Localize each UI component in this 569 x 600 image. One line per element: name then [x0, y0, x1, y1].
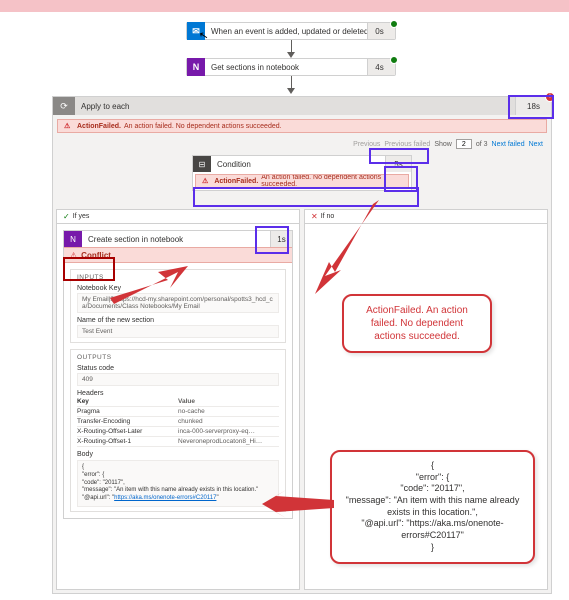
condition-icon: ⊟	[193, 156, 211, 172]
pager-of-text: of 3	[476, 141, 488, 148]
section-name-label: Name of the new section	[77, 317, 279, 324]
notebook-key-value: My Email|$|https://hcd-my.sharepoint.com…	[77, 293, 279, 313]
warning-icon: ⚠	[64, 122, 74, 130]
outputs-panel: OUTPUTS Status code 409 Headers Key Valu…	[70, 349, 286, 512]
timing-text: 1s	[277, 235, 285, 244]
branch-if-yes-header[interactable]: ✓ If yes	[57, 210, 299, 224]
condition-timing: 5s	[385, 156, 411, 172]
pager-show-input[interactable]	[456, 139, 472, 149]
get-sections-label: Get sections in notebook	[205, 63, 367, 72]
status-code-value: 409	[77, 373, 279, 386]
apply-to-each-timing: 18s !	[515, 97, 551, 115]
create-section-label: Create section in notebook	[82, 235, 270, 244]
error-badge: !	[545, 92, 555, 102]
table-row: Transfer-Encodingchunked	[77, 417, 279, 427]
trigger-label: When an event is added, updated or delet…	[205, 27, 367, 36]
pager-next[interactable]: Next	[529, 141, 543, 148]
headers-val-col: Value	[178, 398, 279, 405]
connector-arrow-icon	[287, 88, 295, 94]
trigger-card[interactable]: ✉︎ When an event is added, updated or de…	[186, 22, 396, 40]
error-text: An action failed. No dependent actions s…	[124, 123, 282, 130]
x-icon: ✕	[311, 212, 318, 221]
apply-to-each-error-banner: ⚠ ActionFailed. An action failed. No dep…	[57, 119, 547, 133]
section-name-value: Test Event	[77, 325, 279, 338]
branch-if-yes: ✓ If yes N Create section in notebook 1s…	[56, 209, 300, 590]
connector-line	[291, 76, 292, 88]
create-section-timing: 1s	[270, 231, 292, 247]
table-row: Pragmano-cache	[77, 407, 279, 417]
table-row: X-Routing-Offset-Laterinca-000-serverpro…	[77, 427, 279, 437]
top-highlight-bar	[0, 0, 569, 12]
callout-error-json: { "error": { "code": "20117", "message":…	[330, 450, 535, 564]
timing-text: 18s	[527, 102, 540, 111]
inputs-panel: INPUTS Notebook Key My Email|$|https://h…	[70, 269, 286, 343]
apply-to-each-label: Apply to each	[75, 102, 515, 111]
body-json: { "error": { "code": "20117", "message":…	[77, 460, 279, 507]
pager-next-failed[interactable]: Next failed	[492, 141, 525, 148]
conflict-banner: ⚠ Conflict	[64, 247, 292, 263]
success-badge	[390, 56, 398, 64]
warning-icon: ⚠	[70, 251, 77, 260]
conflict-label: Conflict	[81, 251, 111, 260]
create-section-card[interactable]: N Create section in notebook 1s ⚠ Confli…	[63, 230, 293, 519]
outputs-title: OUTPUTS	[77, 354, 279, 361]
callout-text: ActionFailed. An action failed. No depen…	[366, 305, 468, 342]
inputs-title: INPUTS	[77, 274, 279, 281]
success-badge	[390, 20, 398, 28]
error-title: ActionFailed.	[214, 178, 258, 185]
body-label: Body	[77, 451, 279, 458]
connector-line	[291, 40, 292, 52]
notebook-key-label: Notebook Key	[77, 285, 279, 292]
condition-label: Condition	[211, 160, 385, 169]
condition-error-banner: ⚠ ActionFailed. An action failed. No dep…	[195, 174, 409, 188]
iteration-pager: Previous Previous failed Show of 3 Next …	[53, 137, 551, 151]
warning-icon: ⚠	[202, 177, 211, 185]
get-sections-card[interactable]: N Get sections in notebook 4s	[186, 58, 396, 76]
pager-previous-failed[interactable]: Previous failed	[384, 141, 430, 148]
error-title: ActionFailed.	[77, 123, 121, 130]
api-url-link[interactable]: https://aka.ms/onenote-errors#C20117	[114, 495, 216, 501]
loop-icon: ⟳	[53, 97, 75, 115]
if-yes-label: If yes	[73, 213, 90, 220]
condition-card[interactable]: ⊟ Condition 5s ⚠ ActionFailed. An action…	[192, 155, 412, 191]
onenote-icon: N	[64, 231, 82, 247]
status-code-label: Status code	[77, 365, 279, 372]
pager-previous[interactable]: Previous	[353, 141, 380, 148]
headers-key-col: Key	[77, 398, 178, 405]
check-icon: ✓	[63, 212, 70, 221]
apply-to-each-header[interactable]: ⟳ Apply to each 18s !	[53, 97, 551, 115]
headers-label: Headers	[77, 390, 279, 397]
table-row: X-Routing-Offset-1NeveroneprodLocaton8_H…	[77, 437, 279, 447]
error-text: An action failed. No dependent actions s…	[261, 174, 408, 188]
onenote-icon: N	[187, 58, 205, 76]
callout-actionfailed: ActionFailed. An action failed. No depen…	[342, 294, 492, 353]
branch-if-no-header[interactable]: ✕ If no	[305, 210, 547, 224]
if-no-label: If no	[321, 213, 335, 220]
pager-show-label: Show	[434, 141, 452, 148]
